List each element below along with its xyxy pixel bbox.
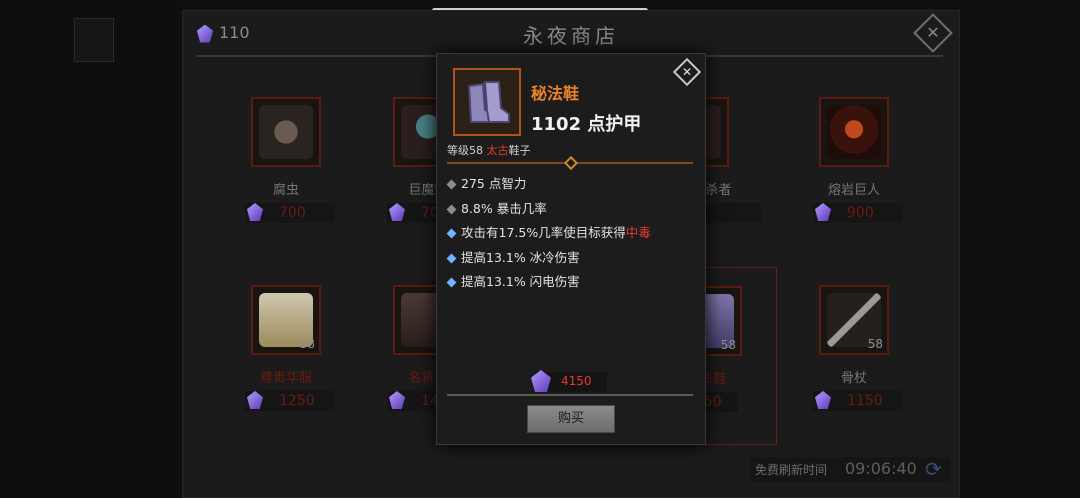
bullet-icon — [446, 228, 457, 239]
item-meta: 等级58 太古鞋子 — [447, 142, 531, 158]
stat-text: 8.8% 暴击几率 — [461, 200, 547, 216]
stat-line: 提高13.1% 闪电伤害 — [446, 274, 699, 299]
slot-level: 58 — [867, 337, 883, 351]
item-type: 鞋子 — [508, 144, 531, 157]
bullet-icon — [446, 253, 457, 263]
worm-icon — [259, 105, 313, 159]
right-sidebar: 背景 ◈ ♁ ≡ — [960, 0, 1080, 498]
slot-name: 熔岩巨人 — [827, 183, 880, 198]
game-screen: 背景 ◈ ♁ ≡ 110 永夜商店 ✕ 腐虫 700 — [0, 0, 1080, 498]
slot-frame — [819, 97, 889, 167]
shop-slot[interactable]: 58 骨杖 1150 — [801, 267, 919, 445]
stat-text: 提高13.1% 冰冷伤害 — [461, 249, 580, 265]
stat-line: 8.8% 暴击几率 — [446, 200, 699, 226]
stat-line: 275 点智力 — [446, 176, 699, 201]
shop-header: 110 永夜商店 ✕ — [183, 11, 959, 57]
slot-level: 58 — [299, 337, 315, 351]
slot-price: 900 — [813, 203, 903, 223]
refresh-icon[interactable]: ⟳ — [925, 457, 942, 481]
slot-frame: 58 — [819, 285, 889, 355]
slot-name: 腐虫 — [272, 183, 299, 198]
close-icon: ✕ — [681, 65, 693, 79]
gem-icon — [247, 391, 263, 409]
price-divider — [447, 394, 693, 396]
left-sidebar — [0, 0, 182, 498]
slot-price-value: 700 — [279, 205, 306, 221]
item-name: 秘法鞋 — [531, 84, 580, 103]
shop-title: 永夜商店 — [523, 24, 619, 48]
buy-button[interactable]: 购买 — [527, 405, 615, 433]
item-level: 等级58 — [447, 144, 483, 157]
lava-giant-icon — [827, 105, 881, 159]
bullet-icon — [446, 277, 457, 288]
gem-icon — [815, 391, 831, 409]
shop-slot[interactable]: 58 尊贵华服 1250 — [233, 267, 351, 445]
item-armor: 1102 点护甲 — [531, 114, 642, 135]
slot-frame: 58 — [251, 285, 321, 355]
bullet-icon — [446, 179, 457, 190]
slot-price: 1250 — [245, 391, 335, 411]
slot-frame — [251, 97, 321, 167]
slot-level: 58 — [720, 338, 736, 352]
item-icon-frame — [453, 68, 521, 136]
stat-highlight: 中毒 — [625, 225, 651, 240]
slot-price: 1150 — [813, 391, 903, 411]
divider-diamond — [563, 155, 579, 171]
refresh-countdown: 09:06:40 — [845, 459, 917, 478]
item-detail-modal: ✕ 秘法鞋 1102 点护甲 等级58 太古鞋子 275 点智力 8.8% 暴击… — [436, 53, 706, 445]
side-tab[interactable] — [74, 18, 114, 62]
gem-icon — [247, 203, 263, 221]
bullet-icon — [446, 204, 457, 214]
gem-icon — [531, 370, 551, 392]
slot-price: 700 — [245, 203, 335, 223]
stat-text: 提高13.1% 闪电伤害 — [461, 274, 580, 289]
shop-slot[interactable]: 腐虫 700 — [233, 79, 351, 257]
slot-name: 尊贵华服 — [259, 371, 312, 386]
slot-name: 骨杖 — [840, 371, 867, 386]
stat-line: 提高13.1% 冰冷伤害 — [446, 249, 699, 275]
item-price-value: 4150 — [561, 374, 592, 388]
refresh-timer: 免费刷新时间 09:06:40 ⟳ — [751, 457, 951, 481]
gem-icon — [815, 203, 831, 221]
item-price: 4150 — [531, 370, 607, 392]
slot-price-value: 1150 — [847, 393, 883, 409]
slot-price-value: 1250 — [279, 393, 315, 409]
stat-line: 攻击有17.5%几率使目标获得中毒 — [446, 225, 699, 250]
item-rarity: 太古 — [486, 144, 509, 157]
modal-close-button[interactable]: ✕ — [672, 57, 702, 87]
shop-slot[interactable]: 熔岩巨人 900 — [801, 79, 919, 257]
gem-icon — [389, 391, 405, 409]
refresh-label: 免费刷新时间 — [755, 463, 828, 477]
stat-list: 275 点智力 8.8% 暴击几率 攻击有17.5%几率使目标获得中毒 提高13… — [446, 176, 699, 299]
gem-icon — [389, 203, 405, 221]
close-icon: ✕ — [926, 23, 940, 42]
boots-icon — [467, 81, 510, 123]
stat-text: 攻击有17.5%几率使目标获得 — [461, 225, 626, 240]
slot-price-value: 900 — [847, 205, 874, 221]
stat-text: 275 点智力 — [461, 176, 527, 191]
